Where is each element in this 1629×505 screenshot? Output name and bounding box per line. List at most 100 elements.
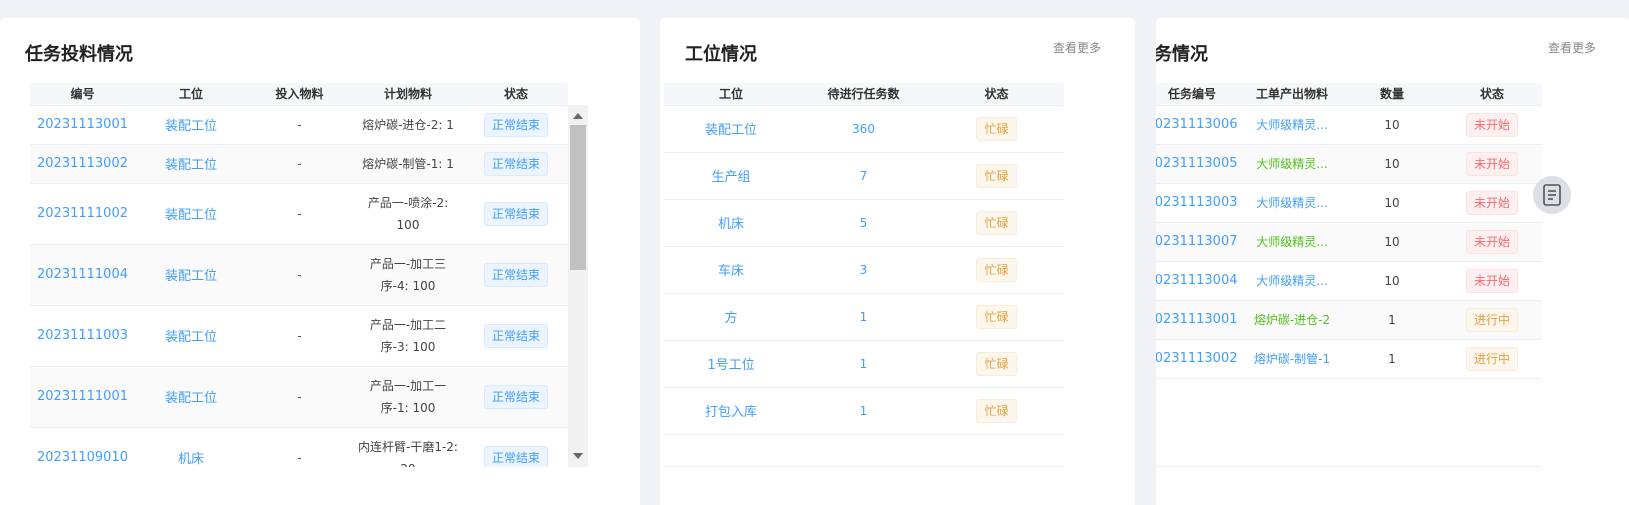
pending-count-link[interactable]: 5 [860,216,868,230]
status-badge: 未开始 [1465,229,1518,254]
input-material: - [297,267,302,282]
col-header: 待进行任务数 [798,83,929,106]
output-material-link[interactable]: 大师级精灵... [1256,235,1327,249]
scroll-thumb[interactable] [570,125,586,270]
feeding-table-wrap[interactable]: 编号 工位 投入物料 计划物料 状态 20231113001 装配工位 - 熔炉… [30,83,588,467]
station-link[interactable]: 1号工位 [707,358,754,373]
status-badge: 未开始 [1465,112,1518,137]
status-badge: 忙碌 [976,210,1017,235]
station-link[interactable]: 机床 [718,217,744,232]
station-link[interactable]: 装配工位 [165,269,217,284]
output-material-link[interactable]: 大师级精灵... [1256,157,1327,171]
table-row: 20231113002 装配工位 - 熔炉碳-制管-1: 1 正常结束 [30,144,568,184]
table-row: 20231113006 大师级精灵... 10 未开始 [1156,105,1542,145]
floating-document-button[interactable] [1533,176,1571,214]
quantity: 10 [1384,273,1400,288]
pending-count-link[interactable]: 360 [852,122,875,136]
task-code-link[interactable]: 20231113002 [37,156,128,171]
feeding-table-scrollbar[interactable] [568,105,588,467]
table-row: 装配工位 360 忙碌 [664,105,1064,153]
output-material-link[interactable]: 大师级精灵... [1256,118,1327,132]
table-row: 20231113007 大师级精灵... 10 未开始 [1156,222,1542,262]
pending-count-link[interactable]: 7 [860,169,868,183]
task-code-link[interactable]: 20231113007 [1156,234,1237,249]
table-row: 生产组 7 忙碌 [664,152,1064,200]
table-row: 20231113005 大师级精灵... 10 未开始 [1156,144,1542,184]
station-link[interactable]: 装配工位 [165,208,217,223]
col-header: 状态 [1442,83,1542,106]
plan-material: 内连杆臂-干磨1-2: 20 [358,439,458,468]
station-more-link[interactable]: 查看更多 [1053,39,1101,56]
task-table-header: 任务编号 工单产出物料 数量 状态 [1156,83,1542,106]
task-table: 任务编号 工单产出物料 数量 状态 20231113006 大师级精灵... 1… [1156,83,1542,379]
status-badge: 未开始 [1465,151,1518,176]
col-header: 投入物料 [247,83,352,106]
pending-count-link[interactable]: 1 [860,357,868,371]
task-code-link[interactable]: 20231113004 [1156,273,1237,288]
station-link[interactable]: 生产组 [711,170,750,185]
station-link[interactable]: 机床 [178,452,204,467]
task-code-link[interactable]: 20231113005 [1156,156,1237,171]
table-row: 机床 5 忙碌 [664,199,1064,247]
station-link[interactable]: 车床 [718,264,744,279]
pending-count-link[interactable]: 1 [860,310,868,324]
quantity: 1 [1388,351,1396,366]
table-row: 车床 3 忙碌 [664,246,1064,294]
col-header: 工位 [664,83,798,106]
task-code-link[interactable]: 20231113003 [1156,195,1237,210]
status-badge: 正常结束 [483,112,548,137]
output-material-link[interactable]: 熔炉碳-进仓-2 [1254,313,1330,327]
col-header: 数量 [1342,83,1442,106]
pending-count-link[interactable]: 3 [860,263,868,277]
status-badge: 忙碌 [976,257,1017,282]
task-code-link[interactable]: 20231113001 [1156,312,1237,327]
task-code-link[interactable]: 20231113006 [1156,117,1237,132]
input-material: - [297,156,302,171]
station-table: 工位 待进行任务数 状态 装配工位 360 忙碌 生产组 7 忙碌 机床 5 忙… [664,83,1064,435]
input-material: - [297,328,302,343]
scroll-down-arrow-icon[interactable] [573,453,583,459]
table-row: 方 1 忙碌 [664,293,1064,341]
input-material: - [297,117,302,132]
status-badge: 忙碌 [976,163,1017,188]
task-code-link[interactable]: 20231113001 [37,117,128,132]
station-link[interactable]: 装配工位 [165,330,217,345]
feeding-panel: 任务投料情况 编号 工位 投入物料 计划物料 状态 20231113001 装配… [0,18,640,505]
table-row: 20231113002 熔炉碳-制管-1 1 进行中 [1156,339,1542,379]
task-more-link[interactable]: 查看更多 [1548,39,1596,56]
output-material-link[interactable]: 大师级精灵... [1256,196,1327,210]
station-link[interactable]: 装配工位 [165,119,217,134]
table-bottom-line [664,466,1064,467]
task-code-link[interactable]: 20231111001 [37,389,128,404]
plan-material: 产品一-加工二序-3: 100 [369,317,447,354]
station-link[interactable]: 装配工位 [165,391,217,406]
quantity: 10 [1384,117,1400,132]
station-link[interactable]: 打包入库 [705,405,757,420]
station-link[interactable]: 方 [724,311,737,326]
input-material: - [297,450,302,465]
task-code-link[interactable]: 20231109010 [37,450,128,465]
input-material: - [297,206,302,221]
quantity: 10 [1384,156,1400,171]
status-badge: 正常结束 [483,151,548,176]
table-row: 20231111004 装配工位 - 产品一-加工三序-4: 100 正常结束 [30,244,568,306]
station-link[interactable]: 装配工位 [165,158,217,173]
status-badge: 正常结束 [483,201,548,226]
table-row: 20231109010 机床 - 内连杆臂-干磨1-2: 20 正常结束 [30,427,568,467]
output-material-link[interactable]: 熔炉碳-制管-1 [1254,352,1330,366]
task-code-link[interactable]: 20231113002 [1156,351,1237,366]
task-code-link[interactable]: 20231111003 [37,328,128,343]
table-row: 20231111001 装配工位 - 产品一-加工一序-1: 100 正常结束 [30,366,568,428]
task-panel-title: 任务情况 [1156,44,1208,65]
col-header: 工位 [135,83,247,106]
feeding-table-header: 编号 工位 投入物料 计划物料 状态 [30,83,568,106]
task-code-link[interactable]: 20231111002 [37,206,128,221]
col-header: 计划物料 [352,83,464,106]
table-row: 20231111003 装配工位 - 产品一-加工二序-3: 100 正常结束 [30,305,568,367]
task-code-link[interactable]: 20231111004 [37,267,128,282]
station-link[interactable]: 装配工位 [705,123,757,138]
scroll-up-arrow-icon[interactable] [573,113,583,119]
output-material-link[interactable]: 大师级精灵... [1256,274,1327,288]
input-material: - [297,389,302,404]
pending-count-link[interactable]: 1 [860,404,868,418]
